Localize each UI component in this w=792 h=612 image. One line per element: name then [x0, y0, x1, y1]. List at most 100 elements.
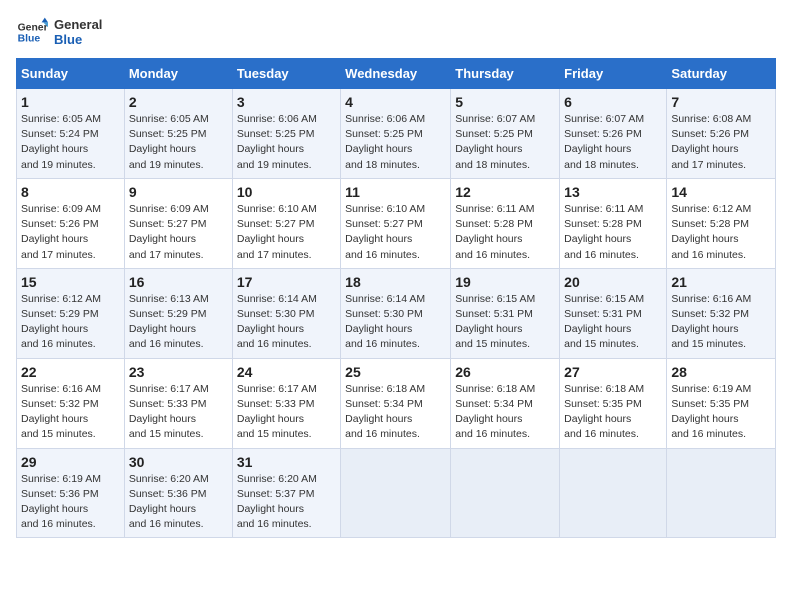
calendar-cell: 17 Sunrise: 6:14 AMSunset: 5:30 PMDaylig…: [232, 268, 340, 358]
day-number: 23: [129, 364, 228, 380]
day-info: Sunrise: 6:14 AMSunset: 5:30 PMDaylight …: [237, 292, 336, 353]
day-number: 18: [345, 274, 446, 290]
calendar-cell: 23 Sunrise: 6:17 AMSunset: 5:33 PMDaylig…: [124, 358, 232, 448]
calendar-cell: 29 Sunrise: 6:19 AMSunset: 5:36 PMDaylig…: [17, 448, 125, 538]
calendar-cell: 2 Sunrise: 6:05 AMSunset: 5:25 PMDayligh…: [124, 89, 232, 179]
day-info: Sunrise: 6:20 AMSunset: 5:36 PMDaylight …: [129, 472, 228, 533]
calendar-cell: [560, 448, 667, 538]
day-number: 2: [129, 94, 228, 110]
calendar-cell: 14 Sunrise: 6:12 AMSunset: 5:28 PMDaylig…: [667, 178, 776, 268]
day-number: 1: [21, 94, 120, 110]
svg-text:Blue: Blue: [18, 34, 41, 45]
day-number: 4: [345, 94, 446, 110]
day-info: Sunrise: 6:06 AMSunset: 5:25 PMDaylight …: [237, 112, 336, 173]
day-number: 14: [671, 184, 771, 200]
calendar-cell: 5 Sunrise: 6:07 AMSunset: 5:25 PMDayligh…: [451, 89, 560, 179]
day-info: Sunrise: 6:12 AMSunset: 5:28 PMDaylight …: [671, 202, 771, 263]
day-info: Sunrise: 6:16 AMSunset: 5:32 PMDaylight …: [21, 382, 120, 443]
day-info: Sunrise: 6:11 AMSunset: 5:28 PMDaylight …: [455, 202, 555, 263]
col-header-thursday: Thursday: [451, 59, 560, 89]
calendar-cell: 20 Sunrise: 6:15 AMSunset: 5:31 PMDaylig…: [560, 268, 667, 358]
day-info: Sunrise: 6:09 AMSunset: 5:26 PMDaylight …: [21, 202, 120, 263]
calendar-cell: 12 Sunrise: 6:11 AMSunset: 5:28 PMDaylig…: [451, 178, 560, 268]
week-row-3: 15 Sunrise: 6:12 AMSunset: 5:29 PMDaylig…: [17, 268, 776, 358]
day-info: Sunrise: 6:18 AMSunset: 5:34 PMDaylight …: [345, 382, 446, 443]
day-info: Sunrise: 6:10 AMSunset: 5:27 PMDaylight …: [237, 202, 336, 263]
day-info: Sunrise: 6:12 AMSunset: 5:29 PMDaylight …: [21, 292, 120, 353]
day-number: 17: [237, 274, 336, 290]
calendar-cell: 16 Sunrise: 6:13 AMSunset: 5:29 PMDaylig…: [124, 268, 232, 358]
day-info: Sunrise: 6:06 AMSunset: 5:25 PMDaylight …: [345, 112, 446, 173]
day-number: 30: [129, 454, 228, 470]
calendar-cell: 3 Sunrise: 6:06 AMSunset: 5:25 PMDayligh…: [232, 89, 340, 179]
logo-blue: Blue: [54, 32, 102, 47]
week-row-2: 8 Sunrise: 6:09 AMSunset: 5:26 PMDayligh…: [17, 178, 776, 268]
day-number: 8: [21, 184, 120, 200]
calendar-cell: [667, 448, 776, 538]
day-info: Sunrise: 6:11 AMSunset: 5:28 PMDaylight …: [564, 202, 662, 263]
day-number: 15: [21, 274, 120, 290]
day-info: Sunrise: 6:05 AMSunset: 5:25 PMDaylight …: [129, 112, 228, 173]
calendar-cell: 27 Sunrise: 6:18 AMSunset: 5:35 PMDaylig…: [560, 358, 667, 448]
day-info: Sunrise: 6:19 AMSunset: 5:35 PMDaylight …: [671, 382, 771, 443]
calendar-cell: 7 Sunrise: 6:08 AMSunset: 5:26 PMDayligh…: [667, 89, 776, 179]
logo-icon: General Blue: [16, 16, 48, 48]
day-number: 9: [129, 184, 228, 200]
day-info: Sunrise: 6:13 AMSunset: 5:29 PMDaylight …: [129, 292, 228, 353]
calendar-cell: 8 Sunrise: 6:09 AMSunset: 5:26 PMDayligh…: [17, 178, 125, 268]
calendar-cell: 28 Sunrise: 6:19 AMSunset: 5:35 PMDaylig…: [667, 358, 776, 448]
calendar-cell: [341, 448, 451, 538]
week-row-5: 29 Sunrise: 6:19 AMSunset: 5:36 PMDaylig…: [17, 448, 776, 538]
day-info: Sunrise: 6:17 AMSunset: 5:33 PMDaylight …: [129, 382, 228, 443]
col-header-sunday: Sunday: [17, 59, 125, 89]
day-number: 31: [237, 454, 336, 470]
calendar-table: SundayMondayTuesdayWednesdayThursdayFrid…: [16, 58, 776, 538]
day-number: 25: [345, 364, 446, 380]
col-header-wednesday: Wednesday: [341, 59, 451, 89]
calendar-cell: 19 Sunrise: 6:15 AMSunset: 5:31 PMDaylig…: [451, 268, 560, 358]
day-number: 11: [345, 184, 446, 200]
day-number: 29: [21, 454, 120, 470]
calendar-cell: 18 Sunrise: 6:14 AMSunset: 5:30 PMDaylig…: [341, 268, 451, 358]
day-number: 19: [455, 274, 555, 290]
calendar-cell: 10 Sunrise: 6:10 AMSunset: 5:27 PMDaylig…: [232, 178, 340, 268]
day-info: Sunrise: 6:17 AMSunset: 5:33 PMDaylight …: [237, 382, 336, 443]
day-number: 6: [564, 94, 662, 110]
calendar-cell: 6 Sunrise: 6:07 AMSunset: 5:26 PMDayligh…: [560, 89, 667, 179]
week-row-4: 22 Sunrise: 6:16 AMSunset: 5:32 PMDaylig…: [17, 358, 776, 448]
calendar-cell: 26 Sunrise: 6:18 AMSunset: 5:34 PMDaylig…: [451, 358, 560, 448]
day-info: Sunrise: 6:09 AMSunset: 5:27 PMDaylight …: [129, 202, 228, 263]
day-number: 13: [564, 184, 662, 200]
calendar-cell: [451, 448, 560, 538]
col-header-saturday: Saturday: [667, 59, 776, 89]
calendar-cell: 15 Sunrise: 6:12 AMSunset: 5:29 PMDaylig…: [17, 268, 125, 358]
day-number: 7: [671, 94, 771, 110]
header-row: SundayMondayTuesdayWednesdayThursdayFrid…: [17, 59, 776, 89]
day-number: 16: [129, 274, 228, 290]
day-number: 20: [564, 274, 662, 290]
calendar-cell: 13 Sunrise: 6:11 AMSunset: 5:28 PMDaylig…: [560, 178, 667, 268]
day-info: Sunrise: 6:05 AMSunset: 5:24 PMDaylight …: [21, 112, 120, 173]
day-info: Sunrise: 6:19 AMSunset: 5:36 PMDaylight …: [21, 472, 120, 533]
page-header: General Blue General Blue: [16, 16, 776, 48]
day-info: Sunrise: 6:10 AMSunset: 5:27 PMDaylight …: [345, 202, 446, 263]
calendar-cell: 30 Sunrise: 6:20 AMSunset: 5:36 PMDaylig…: [124, 448, 232, 538]
day-number: 21: [671, 274, 771, 290]
day-info: Sunrise: 6:20 AMSunset: 5:37 PMDaylight …: [237, 472, 336, 533]
calendar-cell: 22 Sunrise: 6:16 AMSunset: 5:32 PMDaylig…: [17, 358, 125, 448]
day-info: Sunrise: 6:08 AMSunset: 5:26 PMDaylight …: [671, 112, 771, 173]
calendar-cell: 1 Sunrise: 6:05 AMSunset: 5:24 PMDayligh…: [17, 89, 125, 179]
day-number: 5: [455, 94, 555, 110]
day-number: 24: [237, 364, 336, 380]
calendar-cell: 24 Sunrise: 6:17 AMSunset: 5:33 PMDaylig…: [232, 358, 340, 448]
day-info: Sunrise: 6:07 AMSunset: 5:25 PMDaylight …: [455, 112, 555, 173]
day-info: Sunrise: 6:16 AMSunset: 5:32 PMDaylight …: [671, 292, 771, 353]
logo: General Blue General Blue: [16, 16, 102, 48]
day-info: Sunrise: 6:07 AMSunset: 5:26 PMDaylight …: [564, 112, 662, 173]
day-info: Sunrise: 6:18 AMSunset: 5:34 PMDaylight …: [455, 382, 555, 443]
day-info: Sunrise: 6:15 AMSunset: 5:31 PMDaylight …: [564, 292, 662, 353]
col-header-monday: Monday: [124, 59, 232, 89]
calendar-cell: 25 Sunrise: 6:18 AMSunset: 5:34 PMDaylig…: [341, 358, 451, 448]
day-number: 27: [564, 364, 662, 380]
col-header-friday: Friday: [560, 59, 667, 89]
